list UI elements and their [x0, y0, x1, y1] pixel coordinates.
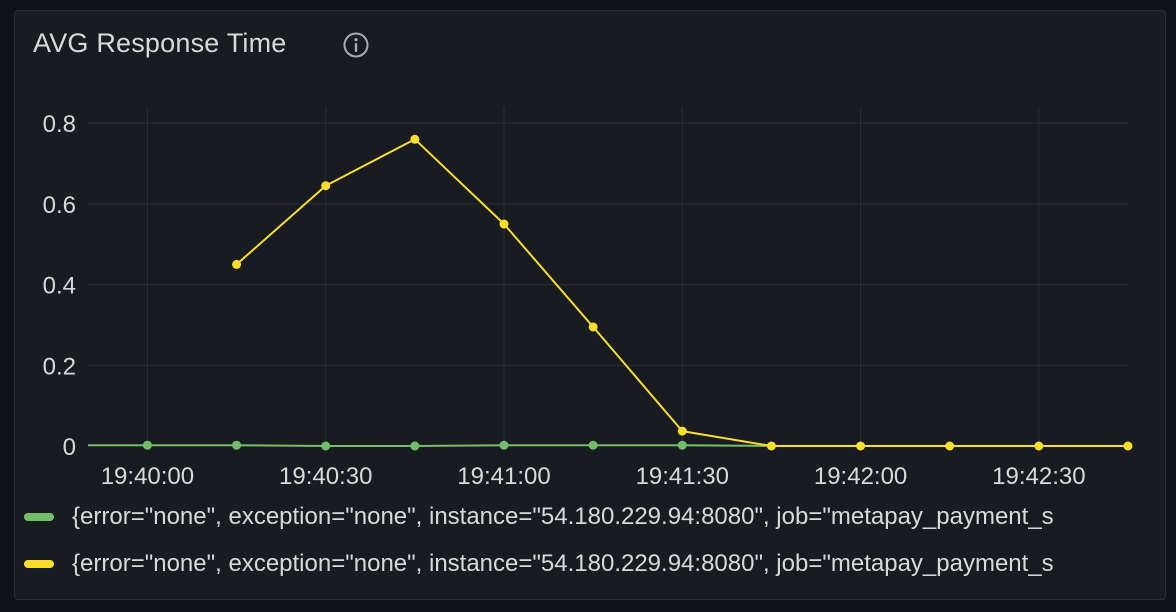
data-point — [945, 441, 955, 451]
x-tick-label: 19:41:00 — [457, 463, 550, 490]
data-point — [321, 181, 331, 191]
data-point — [232, 440, 242, 450]
data-point — [142, 440, 152, 450]
y-tick-label: 0.6 — [43, 192, 76, 219]
legend-label: {error="none", exception="none", instanc… — [72, 503, 1054, 530]
data-point — [588, 322, 598, 332]
x-tick-label: 19:42:00 — [814, 463, 907, 490]
legend-swatch — [24, 513, 54, 521]
data-point — [1123, 441, 1133, 451]
x-tick-label: 19:41:30 — [636, 463, 729, 490]
legend-item-1[interactable]: {error="none", exception="none", instanc… — [24, 500, 1136, 534]
data-point — [321, 441, 331, 451]
x-tick-label: 19:40:00 — [101, 463, 194, 490]
legend-label: {error="none", exception="none", instanc… — [72, 550, 1054, 577]
data-point — [499, 440, 509, 450]
data-point — [766, 441, 776, 451]
data-point — [499, 219, 509, 229]
y-tick-label: 0.4 — [43, 273, 76, 300]
data-point — [677, 426, 687, 436]
data-point — [410, 134, 420, 144]
data-point — [232, 259, 242, 269]
data-point — [856, 441, 866, 451]
data-point — [677, 440, 687, 450]
x-tick-label: 19:40:30 — [279, 463, 372, 490]
x-tick-label: 19:42:30 — [992, 463, 1085, 490]
series-line-1 — [88, 444, 772, 447]
legend-swatch — [24, 560, 54, 568]
legend-item-2[interactable]: {error="none", exception="none", instanc… — [24, 547, 1136, 581]
y-tick-label: 0 — [63, 434, 76, 461]
y-tick-label: 0.2 — [43, 353, 76, 380]
data-point — [410, 441, 420, 451]
y-tick-label: 0.8 — [43, 111, 76, 138]
data-point — [588, 440, 598, 450]
data-point — [1034, 441, 1044, 451]
